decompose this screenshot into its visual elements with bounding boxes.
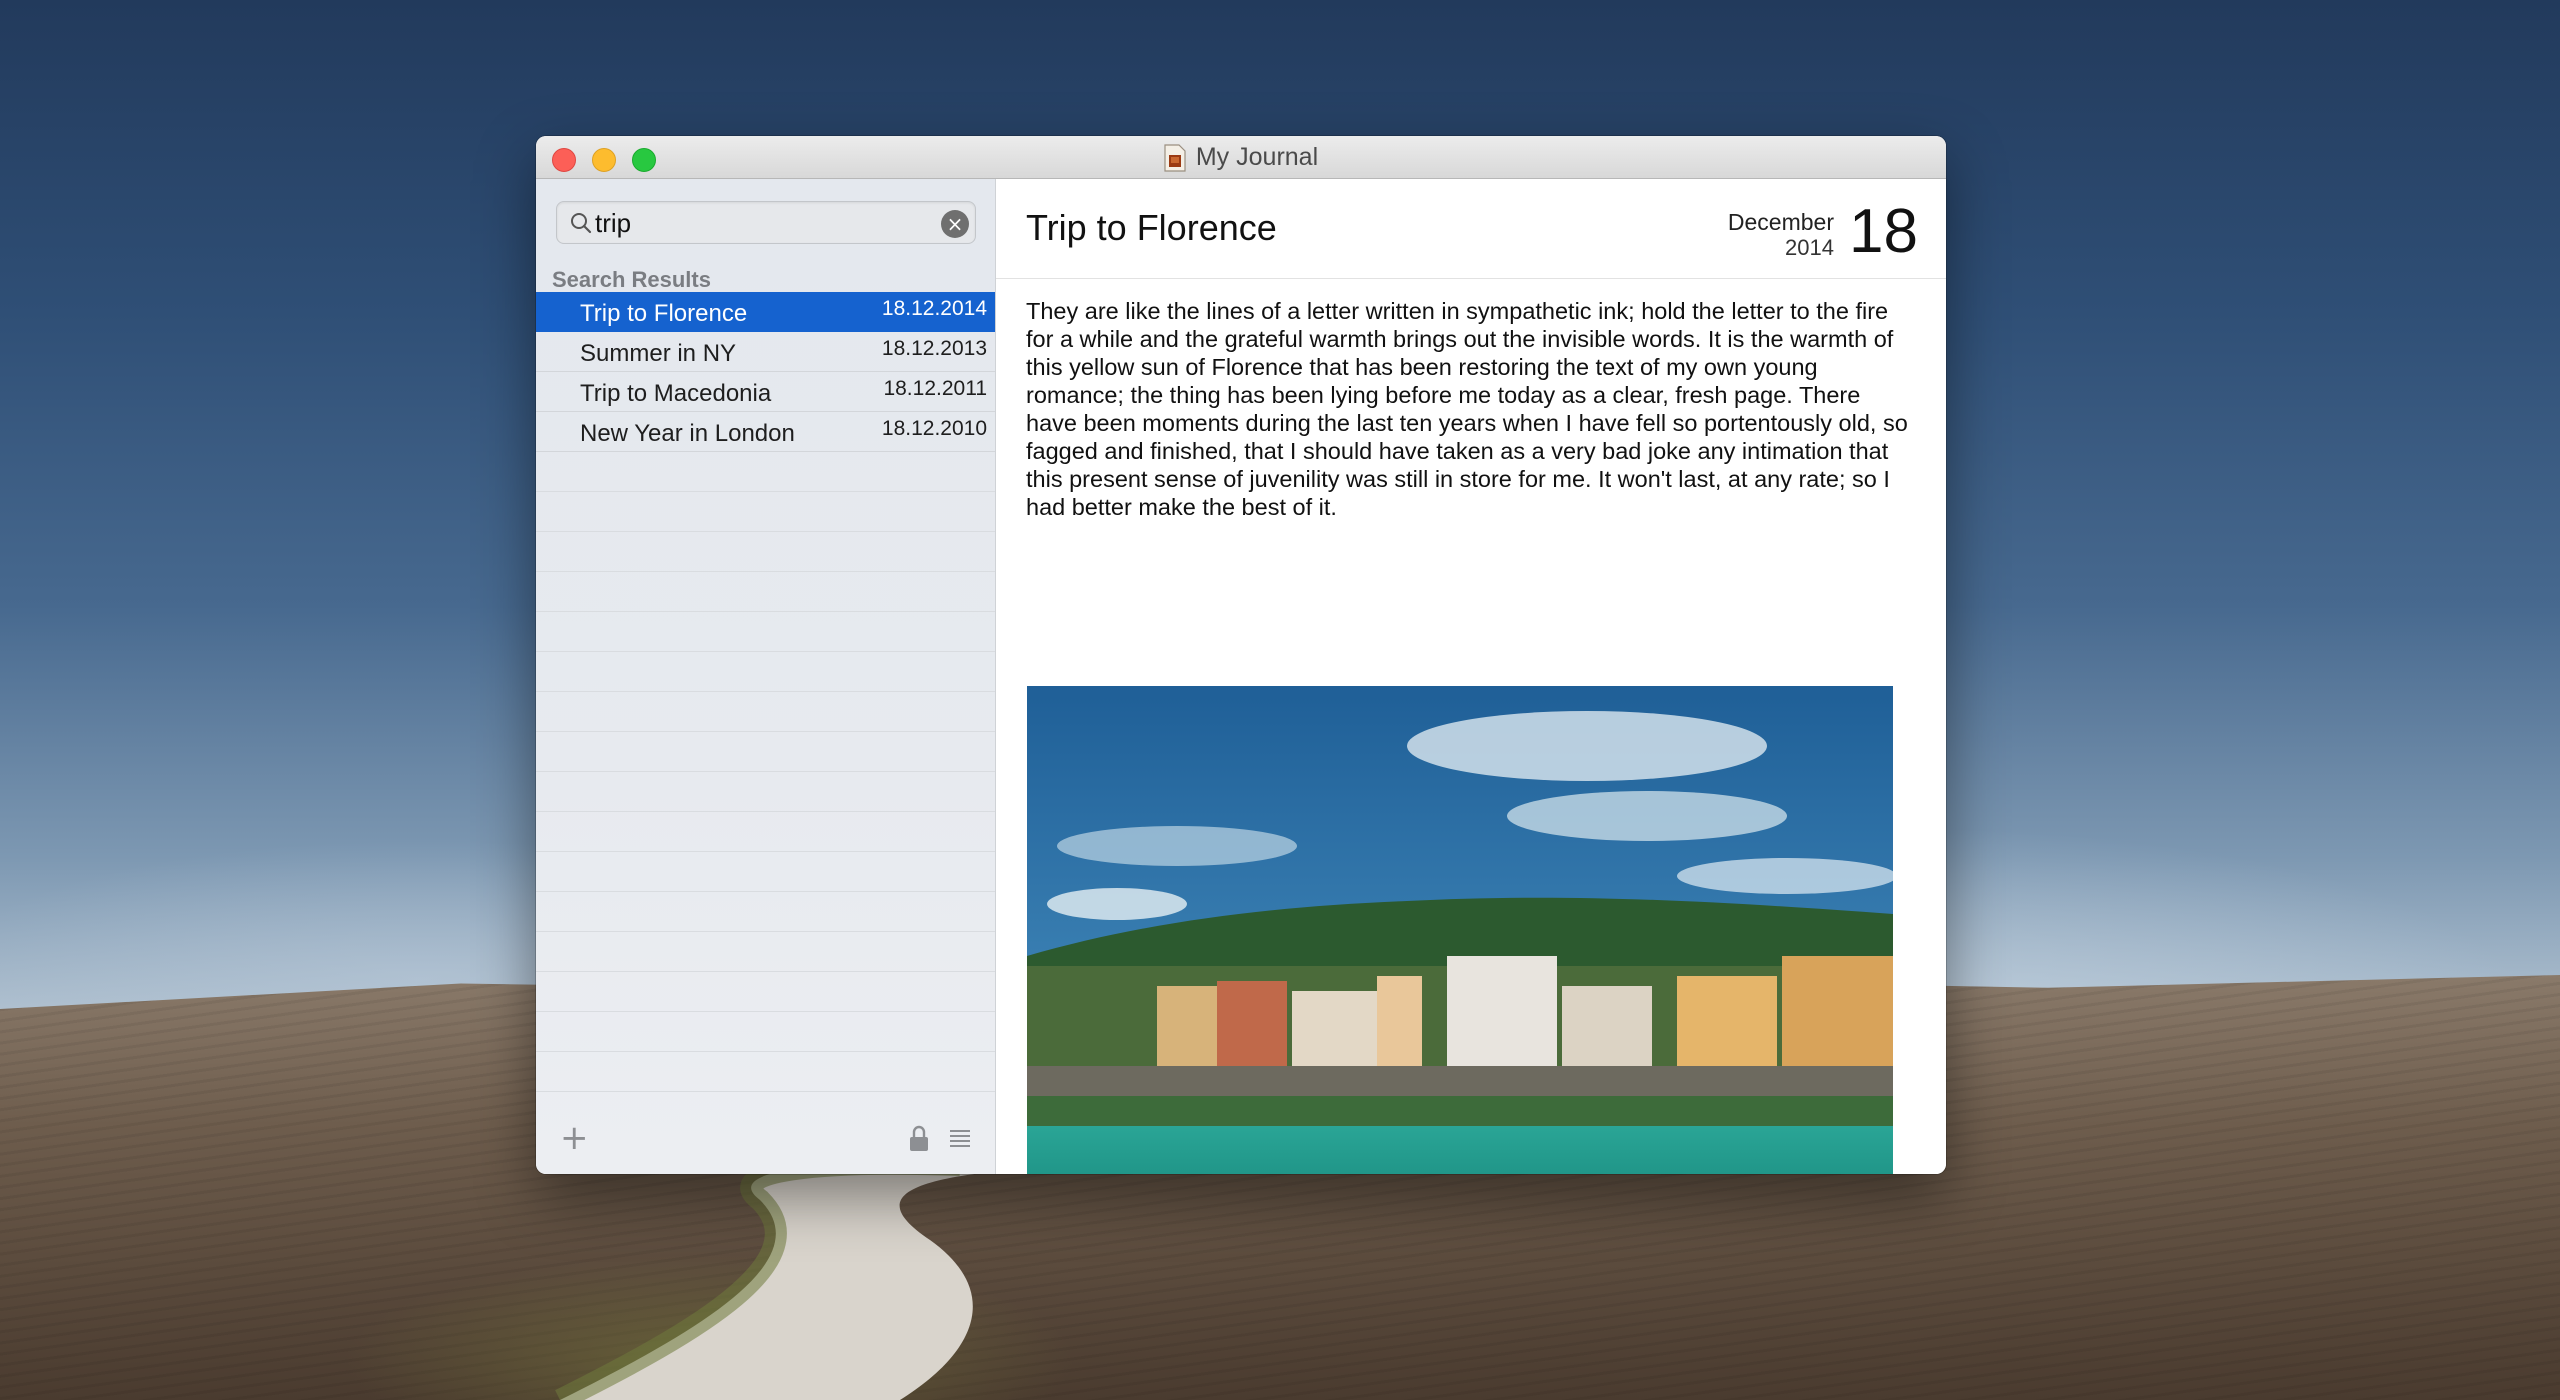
search-input[interactable] xyxy=(595,206,925,240)
entry-content: Trip to Florence December 2014 18 They a… xyxy=(996,179,1946,1174)
empty-list-row xyxy=(536,452,995,492)
entry-header: Trip to Florence December 2014 18 xyxy=(996,179,1946,279)
empty-list-row xyxy=(536,812,995,852)
empty-list-row xyxy=(536,972,995,1012)
list-icon[interactable] xyxy=(948,1128,972,1150)
clear-search-icon[interactable]: × xyxy=(941,210,969,238)
sidebar: × Search Results Trip to Florence 18.12.… xyxy=(536,179,996,1174)
empty-list-row xyxy=(536,572,995,612)
entry-date-year: 2014 xyxy=(1785,235,1834,260)
empty-list-row xyxy=(536,1052,995,1092)
result-title: Trip to Florence xyxy=(580,300,748,327)
result-row-summer-in-ny[interactable]: Summer in NY 18.12.2013 xyxy=(536,332,995,372)
search-icon xyxy=(571,213,592,234)
journal-document-icon xyxy=(1164,143,1186,172)
result-title: Trip to Macedonia xyxy=(580,380,772,407)
result-title: Summer in NY xyxy=(580,340,737,367)
title-wrap: My Journal xyxy=(536,136,1946,179)
empty-list-row xyxy=(536,892,995,932)
empty-list-row xyxy=(536,692,995,732)
title-bar[interactable]: My Journal xyxy=(536,136,1946,179)
entry-date-day: 18 xyxy=(1849,197,1918,266)
entry-title[interactable]: Trip to Florence xyxy=(1026,207,1277,249)
result-date: 18.12.2013 xyxy=(881,337,987,360)
result-date: 18.12.2010 xyxy=(881,417,987,440)
empty-list-row xyxy=(536,852,995,892)
empty-list-row xyxy=(536,612,995,652)
empty-list-row xyxy=(536,1012,995,1052)
empty-list-row xyxy=(536,932,995,972)
empty-list-row xyxy=(536,492,995,532)
empty-list-row xyxy=(536,652,995,692)
sidebar-footer: + xyxy=(536,1106,995,1174)
search-results-header: Search Results xyxy=(552,267,711,292)
entry-date-month: December xyxy=(1727,209,1834,235)
add-entry-button[interactable]: + xyxy=(560,1118,589,1158)
result-title: New Year in London xyxy=(580,420,795,447)
wallpaper-grass xyxy=(150,1150,1500,1400)
result-row-new-year-in-london[interactable]: New Year in London 18.12.2010 xyxy=(536,412,995,452)
entry-body-text[interactable]: They are like the lines of a letter writ… xyxy=(1026,297,1916,521)
empty-list-row xyxy=(536,732,995,772)
result-date: 18.12.2011 xyxy=(883,377,987,400)
result-row-trip-to-florence[interactable]: Trip to Florence 18.12.2014 xyxy=(536,292,995,332)
search-field[interactable]: × xyxy=(556,201,976,244)
empty-list-row xyxy=(536,532,995,572)
florence-photo[interactable] xyxy=(1027,686,1893,1174)
window-title: My Journal xyxy=(1195,143,1319,171)
result-date: 18.12.2014 xyxy=(881,297,987,320)
result-row-trip-to-macedonia[interactable]: Trip to Macedonia 18.12.2011 xyxy=(536,372,995,412)
search-results-list: Trip to Florence 18.12.2014 Summer in NY… xyxy=(536,292,995,1092)
empty-list-row xyxy=(536,772,995,812)
journal-window: My Journal × Search Results Trip to Flor… xyxy=(536,136,1946,1174)
lock-icon[interactable] xyxy=(908,1124,930,1152)
